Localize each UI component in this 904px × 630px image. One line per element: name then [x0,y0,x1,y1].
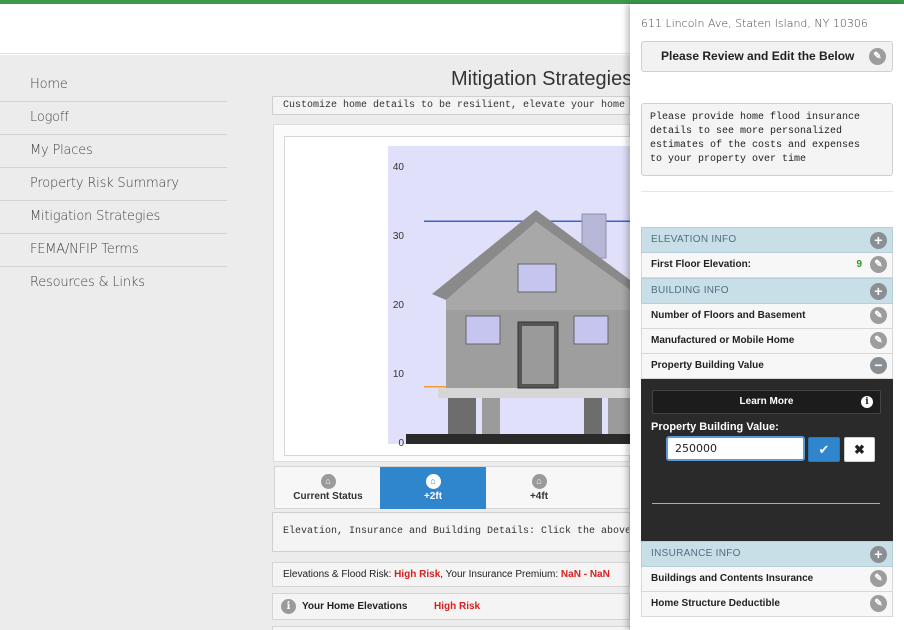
field-value: 9 [856,259,862,270]
house-pier [584,398,602,436]
field-first-floor-elevation[interactable]: First Floor Elevation: 9 ✎ [641,253,893,278]
details-instructions: Elevation, Insurance and Building Detail… [272,512,630,552]
divider [641,191,893,192]
confirm-button[interactable]: ✔ [808,437,840,462]
field-floors-basement[interactable]: Number of Floors and Basement ✎ [641,304,893,329]
tab-label: +2ft [423,491,443,502]
field-home-structure-deductible[interactable]: Home Structure Deductible ✎ [641,592,893,617]
info-icon: i [861,396,873,408]
expand-icon: + [870,232,887,249]
close-icon: ✖ [854,442,865,457]
review-edit-button[interactable]: Please Review and Edit the Below ✎ [641,41,893,72]
learn-more-label: Learn More [739,396,794,407]
insurance-notice: Please provide home flood insurance deta… [641,103,893,176]
y-tick-label: 30 [393,231,405,242]
field-buildings-contents-insurance[interactable]: Buildings and Contents Insurance ✎ [641,567,893,592]
page-title: Mitigation Strategies [451,68,633,90]
tab-plus-4ft[interactable]: ⌂ +4ft [486,467,592,509]
nav-item-property-risk-summary[interactable]: Property Risk Summary [0,168,227,201]
tab-label: Current Status [293,491,363,502]
section-title: INSURANCE INFO [651,548,741,559]
pencil-icon[interactable]: ✎ [870,595,887,612]
nav-item-mitigation-strategies[interactable]: Mitigation Strategies [0,201,227,234]
field-label: First Floor Elevation: [651,259,752,270]
field-label: Number of Floors and Basement [651,310,806,321]
learn-more-button[interactable]: Learn More i [652,390,881,414]
section-elevation-info[interactable]: ELEVATION INFO + [641,227,893,253]
building-value-input[interactable] [666,436,805,461]
property-address: 611 Lincoln Ave, Staten Island, NY 10306 [641,17,868,30]
customize-instructions: Customize home details to be resilient, … [272,96,630,115]
check-icon: ✔ [818,442,830,457]
tab-plus-2ft[interactable]: ⌂ +2ft [380,467,486,509]
details-accordion: ELEVATION INFO + First Floor Elevation: … [641,227,893,617]
risk-label: Elevations & Flood Risk: [283,569,392,580]
house-pier [482,398,500,436]
section-building-info[interactable]: BUILDING INFO + [641,278,893,304]
home-elevations-row[interactable]: i Your Home Elevations High Risk [272,593,630,620]
nav-item-resources-links[interactable]: Resources & Links [0,267,227,300]
next-row-edge [272,626,630,630]
building-value-label: Property Building Value: [651,421,779,433]
tab-current-status[interactable]: ⌂ Current Status [275,467,381,509]
nav-item-my-places[interactable]: My Places [0,135,227,168]
section-title: ELEVATION INFO [651,234,737,245]
house-pier [448,398,476,436]
home-icon: ⌂ [531,474,547,489]
field-label: Manufactured or Mobile Home [651,335,795,346]
home-icon: ⌂ [425,474,441,489]
risk-value: High Risk [394,569,441,580]
nav-item-logoff[interactable]: Logoff [0,102,227,135]
nav-item-home[interactable]: Home [0,69,227,102]
home-icon: ⌂ [320,474,336,489]
pencil-icon[interactable]: ✎ [870,570,887,587]
house-foundation-slab [438,388,630,398]
field-label: Property Building Value [651,360,764,371]
scenario-tabs: ⌂ Current Status ⌂ +2ft ⌂ +4ft [274,466,630,509]
section-insurance-info[interactable]: INSURANCE INFO + [641,541,893,567]
home-elevations-risk: High Risk [434,601,481,612]
tab-label: +4ft [529,491,549,502]
property-details-drawer: 611 Lincoln Ave, Staten Island, NY 10306… [630,4,904,630]
field-property-building-value[interactable]: Property Building Value − [641,354,893,379]
cancel-button[interactable]: ✖ [844,437,875,462]
pencil-icon[interactable]: ✎ [870,256,887,273]
premium-label: , Your Insurance Premium: [440,569,559,580]
pencil-icon[interactable]: ✎ [870,332,887,349]
building-value-editor: Learn More i Property Building Value: ✔ … [641,379,893,541]
y-tick-label: 10 [393,369,405,380]
pencil-icon: ✎ [869,48,886,65]
house-ground [406,434,630,444]
y-tick-label: 20 [393,300,405,311]
nav-item-fema-nfip-terms[interactable]: FEMA/NFIP Terms [0,234,227,267]
field-label: Buildings and Contents Insurance [651,573,814,584]
side-navigation: Home Logoff My Places Property Risk Summ… [0,69,227,300]
elevation-chart: 0 10 20 30 40 [388,146,630,448]
collapse-icon[interactable]: − [870,357,887,374]
risk-summary-row: Elevations & Flood Risk: High Risk, Your… [272,562,630,587]
field-manufactured-home[interactable]: Manufactured or Mobile Home ✎ [641,329,893,354]
y-tick-label: 0 [398,438,404,448]
house-door-glass [522,326,554,384]
header-strip [0,4,630,54]
premium-value: NaN - NaN [560,569,610,580]
section-title: BUILDING INFO [651,285,729,296]
pencil-icon[interactable]: ✎ [870,307,887,324]
house-window [517,263,557,293]
house-window [465,315,501,345]
divider [652,503,880,504]
field-label: Home Structure Deductible [651,598,780,609]
house-pier [608,398,630,436]
y-tick-label: 40 [393,162,405,173]
house-window [573,315,609,345]
review-edit-label: Please Review and Edit the Below [661,49,855,63]
info-icon: i [281,599,296,614]
expand-icon: + [870,546,887,563]
home-elevations-label: Your Home Elevations [302,601,408,612]
expand-icon: + [870,283,887,300]
